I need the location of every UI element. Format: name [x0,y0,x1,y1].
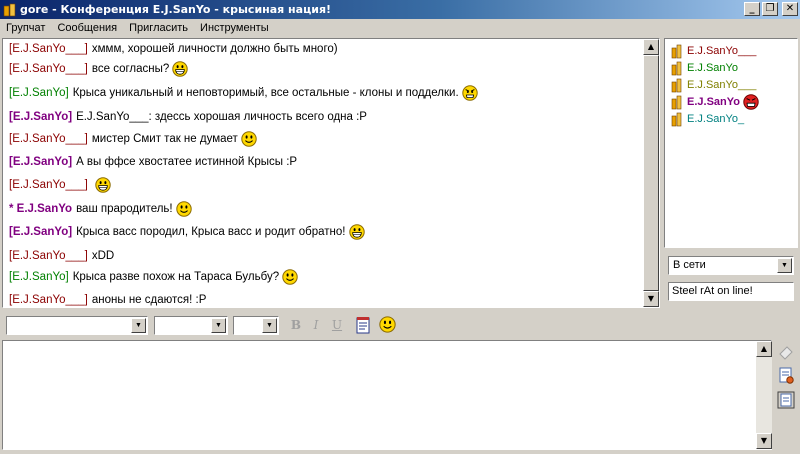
user-list-item[interactable]: E.J.SanYo_ [671,111,744,127]
status-select[interactable]: В сети ▼ [668,256,794,275]
scroll-up-button[interactable]: ▲ [756,341,772,357]
grin-smiley-icon [348,224,365,240]
chat-message: [E.J.SanYo___] мистер Смит так не думает [9,129,257,149]
chat-message: [E.J.SanYo] А вы ффсе хвостатее истинной … [9,152,297,172]
menu-messages[interactable]: Сообщения [51,22,123,34]
message-text: все согласны? [91,63,170,75]
scroll-down-button[interactable]: ▼ [756,433,772,449]
chat-message: [E.J.SanYo___] аноны не сдаются! :P [9,290,207,307]
user-name: E.J.SanYo [687,96,740,108]
chat-message: [E.J.SanYo] E.J.SanYo___: здессь хорошая … [9,107,367,127]
message-text: аноны не сдаются! :P [91,294,207,306]
message-text: Крыса уникальный и неповторимый, все ост… [72,87,459,99]
close-button[interactable]: ✕ [782,2,798,16]
document-icon[interactable] [776,390,796,410]
message-nick[interactable]: [E.J.SanYo___] [9,179,88,191]
status-value: В сети [673,259,706,271]
message-text: А вы ффсе хвостатее истинной Крысы :P [76,156,298,168]
user-name: E.J.SanYo_ [687,113,745,125]
menu-bar: Групчат Сообщения Пригласить Инструменты [0,19,800,37]
window-controls: _ ❐ ✕ [744,2,798,16]
message-text: ваш прародитель! [76,203,173,215]
message-nick[interactable]: [E.J.SanYo___] [9,133,88,145]
eraser-icon[interactable] [776,342,796,362]
chat-message: [E.J.SanYo___] [9,175,111,195]
angry-smiley-icon [743,94,759,110]
chevron-down-icon[interactable]: ▼ [131,318,146,333]
chevron-down-icon[interactable]: ▼ [262,318,277,333]
angry-smiley-icon [461,85,478,101]
chat-scrollbar[interactable]: ▲ ▼ [643,39,659,307]
user-status-icon [671,44,682,58]
chevron-down-icon[interactable]: ▼ [211,318,226,333]
user-list-item[interactable]: E.J.SanYo [671,60,738,76]
user-list-item[interactable]: E.J.SanYo___ [671,43,756,59]
chat-message: [E.J.SanYo] Крыса разве похож на Тараса Б… [9,267,298,287]
font-color-select[interactable]: ▼ [233,316,279,335]
chevron-down-icon[interactable]: ▼ [777,258,792,273]
user-name: E.J.SanYo [687,62,738,74]
scroll-down-button[interactable]: ▼ [643,291,659,307]
smiley-icon[interactable] [379,316,396,333]
message-text: xDD [91,250,115,262]
message-nick[interactable]: [E.J.SanYo] [9,111,72,123]
title-bar[interactable]: gore - Конференция E.J.SanYo - крысиная … [0,0,800,19]
user-status-icon [671,112,682,126]
window-title: gore - Конференция E.J.SanYo - крысиная … [20,3,332,16]
font-size-select[interactable]: ▼ [154,316,228,335]
message-nick[interactable]: [E.J.SanYo___] [9,63,88,75]
message-text: Крыса разве похож на Тараса Бульбу? [72,271,280,283]
grin-smiley-icon [95,177,111,193]
user-list[interactable]: E.J.SanYo___ E.J.SanYo E.J.SanYo___ E.J.San… [664,38,798,248]
message-text: мистер Смит так не думает [91,133,238,145]
message-text: Крыса васс породил, Крыса васс и родит о… [76,226,346,238]
message-nick[interactable]: [E.J.SanYo___] [9,294,88,306]
message-nick[interactable]: * E.J.SanYo [9,203,72,215]
user-name: E.J.SanYo___ [687,79,757,91]
smile-smiley-icon [175,201,192,217]
user-list-item[interactable]: E.J.SanYo [671,94,759,110]
status-message-field[interactable]: Steel rAt on line! [668,282,794,301]
smile-smiley-icon [241,131,257,147]
chat-log[interactable]: [E.J.SanYo___] хммм, хорошей личности дол… [2,38,660,308]
message-nick[interactable]: [E.J.SanYo___] [9,43,88,55]
send-file-icon[interactable] [776,365,796,385]
app-icon [3,3,16,16]
message-text: хммм, хорошей личности должно быть много… [91,43,338,55]
user-status-icon [671,95,682,109]
menu-groupchat[interactable]: Групчат [0,22,51,34]
user-name: E.J.SanYo___ [687,45,757,57]
grin-smiley-icon [172,61,188,77]
scroll-thumb[interactable] [643,55,659,291]
notepad-icon[interactable] [355,316,371,334]
menu-invite[interactable]: Пригласить [123,22,194,34]
user-status-icon [671,78,682,92]
user-list-item[interactable]: E.J.SanYo___ [671,77,756,93]
maximize-button[interactable]: ❐ [762,2,778,16]
underline-button[interactable]: U [328,317,346,333]
message-text: E.J.SanYo___: здессь хорошая личность вс… [76,111,367,123]
scroll-up-button[interactable]: ▲ [643,39,659,55]
message-nick[interactable]: [E.J.SanYo] [9,156,72,168]
chat-message: [E.J.SanYo] Крыса васс породил, Крыса вас… [9,222,365,242]
input-scrollbar[interactable]: ▲ ▼ [756,341,772,449]
menu-tools[interactable]: Инструменты [194,22,275,34]
message-nick[interactable]: [E.J.SanYo___] [9,250,88,262]
chat-message: [E.J.SanYo___] все согласны? [9,59,188,79]
bold-button[interactable]: B [287,317,305,333]
chat-message: [E.J.SanYo___] хммм, хорошей личности дол… [9,39,338,59]
message-nick[interactable]: [E.J.SanYo] [9,87,69,99]
smile-smiley-icon [282,269,298,285]
minimize-button[interactable]: _ [744,2,760,16]
font-select[interactable]: ▼ [6,316,148,335]
user-status-icon [671,61,682,75]
chat-message: [E.J.SanYo] Крыса уникальный и неповторим… [9,83,478,103]
chat-message: * E.J.SanYo ваш прародитель! [9,199,192,219]
message-nick[interactable]: [E.J.SanYo] [9,226,72,238]
italic-button[interactable]: I [307,317,325,333]
message-nick[interactable]: [E.J.SanYo] [9,271,69,283]
chat-message: [E.J.SanYo___] xDD [9,246,114,266]
message-input[interactable] [2,340,772,450]
